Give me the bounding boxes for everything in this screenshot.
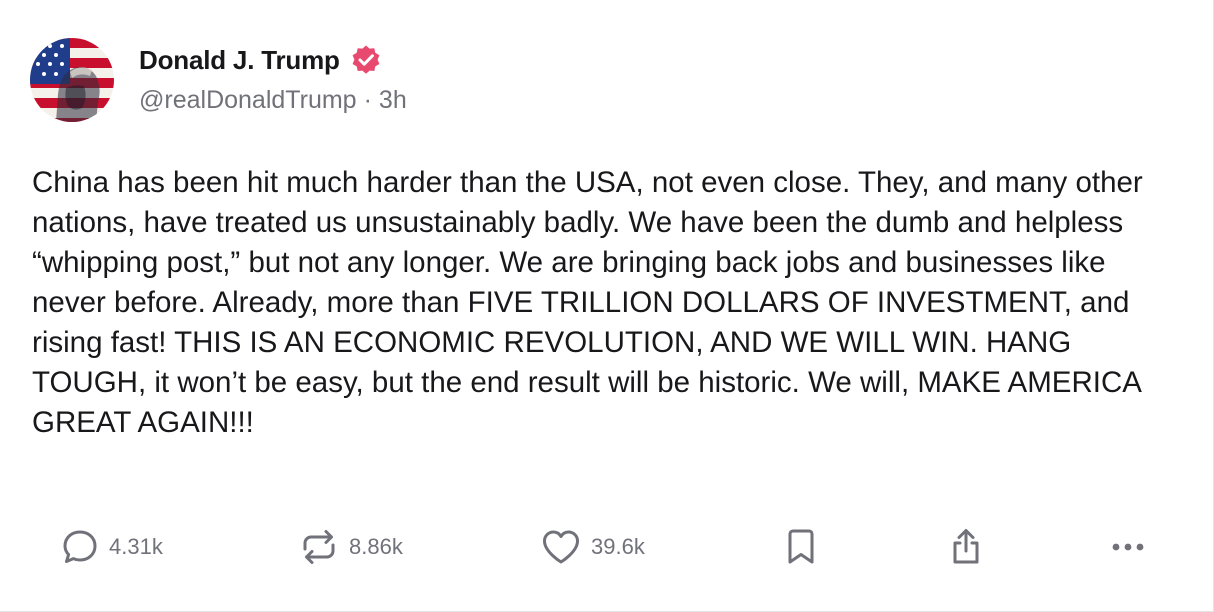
post-text: China has been hit much harder than the … [32, 166, 1151, 439]
author-handle[interactable]: @realDonaldTrump [139, 86, 357, 115]
author-display-name[interactable]: Donald J. Trump [139, 45, 340, 76]
reply-button[interactable]: 4.31k [60, 522, 163, 572]
repost-count: 8.86k [349, 534, 403, 559]
like-count: 39.6k [591, 534, 645, 559]
post-header: Donald J. Trump @realDonaldTrump · 3h [30, 38, 407, 122]
heart-icon [543, 530, 579, 564]
speech-bubble-icon [63, 530, 97, 563]
author-meta: @realDonaldTrump · 3h [139, 86, 407, 115]
share-button[interactable] [948, 522, 984, 572]
reply-count: 4.31k [109, 534, 163, 559]
verified-badge-icon [350, 44, 382, 76]
avatar-flag-portrait-image [30, 38, 114, 122]
post-actions-bar: 4.31k 8.86k 39.6k [0, 522, 1214, 572]
repost-arrows-icon [303, 530, 335, 564]
share-upload-icon [953, 529, 979, 564]
name-row: Donald J. Trump [139, 40, 407, 80]
post-card: Donald J. Trump @realDonaldTrump · 3h Ch… [0, 0, 1214, 612]
post-timestamp[interactable]: 3h [379, 86, 407, 115]
avatar[interactable] [30, 38, 114, 122]
like-button[interactable]: 39.6k [540, 522, 645, 572]
author-identity: Donald J. Trump @realDonaldTrump · 3h [139, 40, 407, 115]
bookmark-icon [788, 529, 814, 564]
repost-button[interactable]: 8.86k [298, 522, 403, 572]
meta-separator: · [363, 86, 372, 114]
bookmark-button[interactable] [785, 522, 817, 572]
ellipsis-icon [1112, 543, 1144, 551]
more-options-button[interactable] [1108, 522, 1148, 572]
